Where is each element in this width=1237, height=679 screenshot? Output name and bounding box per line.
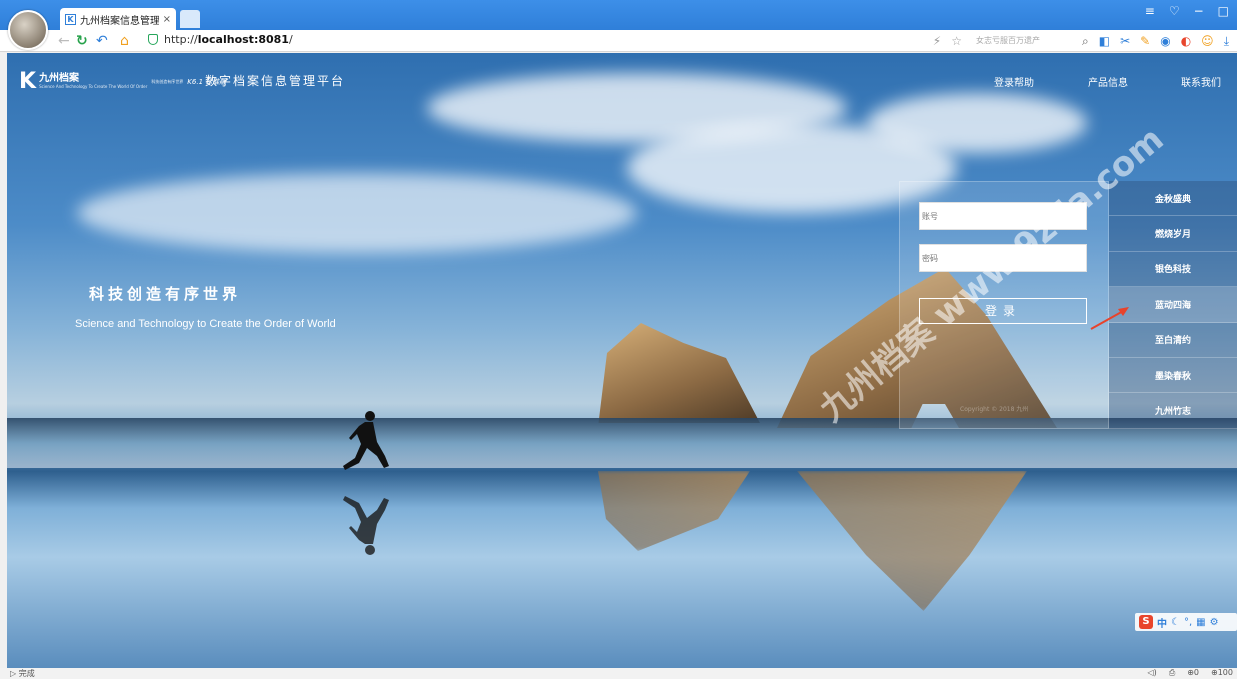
back-icon[interactable]: ←	[58, 33, 70, 49]
page-viewport: K 九州档案 Science And Technology To Create …	[7, 53, 1237, 668]
red-arrow-icon	[1090, 307, 1129, 330]
scissors-icon[interactable]: ✂	[1120, 34, 1130, 48]
flash-icon[interactable]: ⚡	[933, 34, 941, 48]
toolbar-search-input[interactable]: 女志亏服百万遗产	[972, 33, 1072, 49]
maximize-icon[interactable]: □	[1218, 4, 1229, 18]
star-icon[interactable]: ☆	[951, 34, 962, 48]
status-right: ◁) ⎙ ⊕0 ⊕100	[1148, 668, 1233, 678]
browser-tab-bar: K 九州档案信息管理平台 × ≡ ♡ − □	[0, 0, 1237, 30]
screenshot-icon[interactable]: ⎙	[1169, 668, 1175, 678]
theme-item-jiuzhou-bamboo[interactable]: 九州竹志	[1109, 393, 1237, 429]
undo-icon[interactable]: ↶	[96, 33, 108, 49]
runner-silhouette	[343, 411, 389, 470]
status-text: ▷ 完成	[10, 669, 35, 678]
runner-reflection	[343, 496, 389, 555]
favorite-icon[interactable]: ♡	[1169, 4, 1180, 18]
url-suffix: /	[288, 33, 293, 46]
weibo-icon[interactable]: ◐	[1181, 34, 1191, 48]
logo-slogan: 科技创造有序世界	[151, 78, 184, 84]
smile-icon[interactable]: ☺	[1201, 34, 1214, 48]
browser-status-bar: ▷ 完成 ◁) ⎙ ⊕0 ⊕100	[0, 668, 1237, 679]
window-controls: ≡ ♡ − □	[1145, 4, 1229, 18]
search-icon[interactable]: ⌕	[1082, 34, 1089, 49]
brush-icon[interactable]: ✎	[1140, 34, 1150, 48]
logo-name: 九州档案	[39, 73, 80, 84]
extension-icon[interactable]: ◧	[1099, 34, 1110, 48]
ime-keyboard-icon[interactable]: ▦	[1196, 617, 1205, 628]
ime-toolbar[interactable]: S 中 ☾ °, ▦ ⚙	[1135, 613, 1237, 631]
sea-stack-left	[598, 323, 760, 423]
tab-title: 九州档案信息管理平台	[80, 15, 159, 27]
nav-contact-us[interactable]: 联系我们	[1181, 74, 1221, 89]
user-avatar[interactable]	[8, 10, 48, 50]
download-icon[interactable]: ⤓	[1224, 34, 1229, 49]
background-cloud	[867, 93, 1087, 153]
zoom-indicator[interactable]: ⊕100	[1211, 668, 1233, 678]
site-favicon-icon: K	[65, 13, 76, 25]
background-cloud	[77, 173, 637, 253]
toolbar-right: ⚡ ☆ 女志亏服百万遗产 ⌕ ◧ ✂ ✎ ◉ ◐ ☺ ⤓	[933, 33, 1229, 49]
nav-product-info[interactable]: 产品信息	[1088, 74, 1128, 89]
ime-tools-icon[interactable]: ⚙	[1210, 617, 1219, 628]
hero-slogan-cn: 科技创造有序世界	[89, 285, 242, 303]
platform-title: 数字档案信息管理平台	[205, 74, 346, 88]
minimize-icon[interactable]: −	[1194, 4, 1204, 18]
new-tab-button[interactable]	[180, 10, 200, 28]
secure-shield-icon	[148, 34, 158, 45]
refresh-icon[interactable]: ↻	[76, 33, 88, 49]
tab-close-icon[interactable]: ×	[163, 14, 171, 25]
nav-login-help[interactable]: 登录帮助	[994, 74, 1034, 89]
url-host: localhost:8081	[197, 33, 289, 46]
logo-subtitle: Science And Technology To Create The Wor…	[39, 84, 148, 89]
url-prefix: http://	[164, 33, 198, 46]
home-icon[interactable]: ⌂	[120, 33, 129, 49]
theme-item-ink-spring-autumn[interactable]: 墨染春秋	[1109, 358, 1237, 394]
theme-item-burning-years[interactable]: 燃烧岁月	[1109, 216, 1237, 252]
browser-tab[interactable]: K 九州档案信息管理平台 ×	[60, 8, 176, 30]
ime-mode-label[interactable]: 中	[1157, 615, 1167, 630]
ime-moon-icon[interactable]: ☾	[1171, 617, 1180, 628]
sound-icon[interactable]: ◁)	[1148, 668, 1157, 678]
downloads-indicator[interactable]: ⊕0	[1187, 668, 1199, 678]
rock-reflection	[598, 471, 750, 551]
shield-icon[interactable]: ◉	[1160, 34, 1170, 48]
rock-reflection	[797, 471, 1027, 611]
ime-punct-icon[interactable]: °,	[1184, 617, 1192, 628]
hero-slogan-en: Science and Technology to Create the Ord…	[75, 318, 336, 330]
k-logo-icon: K	[19, 69, 37, 94]
copyright-text: Copyright © 2018 九州	[960, 406, 1029, 413]
sogou-ime-icon: S	[1139, 615, 1153, 629]
theme-item-silver-tech[interactable]: 银色科技	[1109, 252, 1237, 288]
brand-logo[interactable]: K 九州档案 Science And Technology To Create …	[19, 69, 226, 94]
address-bar[interactable]: http://localhost:8081/	[148, 33, 293, 46]
menu-icon[interactable]: ≡	[1145, 4, 1155, 18]
